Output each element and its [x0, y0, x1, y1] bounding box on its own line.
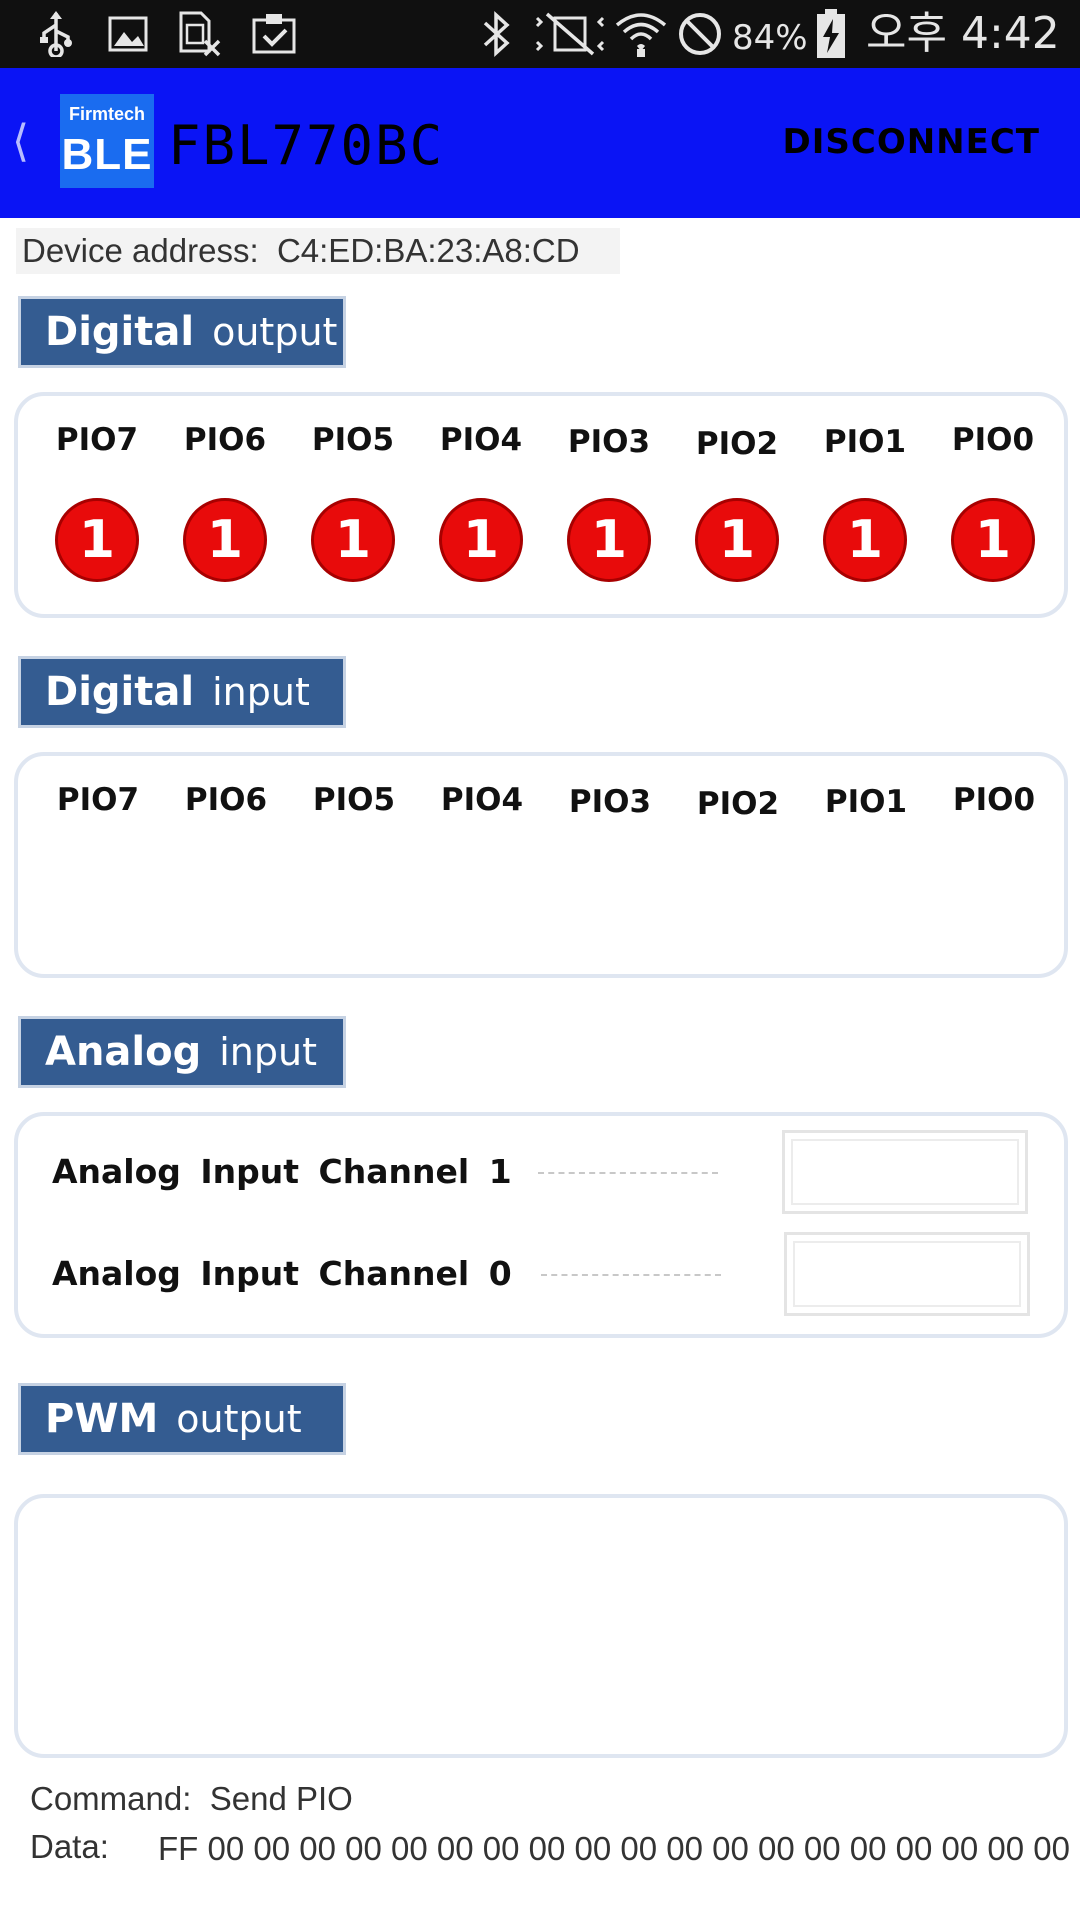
pio5-output-toggle[interactable]: 1: [311, 498, 395, 582]
battery-percent: 84%: [732, 18, 808, 58]
digital-output-pin-label: PIO0: [951, 422, 1035, 458]
device-address-value: C4:ED:BA:23:A8:CD: [276, 232, 580, 269]
pio4-output-toggle[interactable]: 1: [439, 498, 523, 582]
pwm-output-panel: [14, 1494, 1068, 1758]
digital-output-pin-label: PIO7: [55, 422, 139, 458]
analog-input-header-light: input: [219, 1030, 317, 1074]
analog-input-header: Analog input: [18, 1016, 346, 1088]
blocked-icon: [676, 10, 724, 58]
pio2-output-toggle[interactable]: 1: [695, 498, 779, 582]
command-line: Command: Send PIO: [30, 1780, 353, 1818]
digital-input-header-light: input: [212, 670, 310, 714]
status-bar: 84% 오후 4:42: [0, 0, 1080, 68]
digital-input-header-strong: Digital: [45, 669, 195, 715]
analog-input-header-strong: Analog: [45, 1029, 202, 1075]
vibrate-mute-icon: [532, 10, 608, 58]
digital-output-pin-label: PIO4: [439, 422, 523, 458]
device-address: Device address: C4:ED:BA:23:A8:CD: [16, 228, 620, 274]
digital-output-panel: PIO7 PIO6 PIO5 PIO4 PIO3 PIO2 PIO1 PIO0 …: [14, 392, 1068, 618]
page-title: FBL770BC: [168, 114, 445, 177]
pio6-output-toggle[interactable]: 1: [183, 498, 267, 582]
pio1-output-toggle[interactable]: 1: [823, 498, 907, 582]
app-logo[interactable]: Firmtech BLE: [60, 94, 154, 188]
command-value: Send PIO: [209, 1780, 353, 1817]
back-chevron-icon[interactable]: ⟨: [12, 116, 29, 167]
data-value: FF 00 00 00 00 00 00 00 00 00 00 00 00 0…: [158, 1830, 1070, 1867]
digital-input-pin-label: PIO5: [312, 782, 396, 818]
pwm-output-header-light: output: [176, 1397, 302, 1441]
analog-channel-0-divider: [541, 1274, 721, 1276]
analog-channel-0-value: [784, 1232, 1030, 1316]
digital-input-pin-label: PIO0: [952, 782, 1036, 818]
logo-main-text: BLE: [61, 130, 153, 179]
logo-top-text: Firmtech: [68, 104, 146, 124]
sim-icon: [176, 10, 224, 58]
digital-output-pin-label: PIO2: [695, 426, 779, 462]
digital-output-pin-label: PIO5: [311, 422, 395, 458]
bluetooth-icon: [476, 10, 518, 58]
analog-channel-0-label: Analog Input Channel 0: [52, 1254, 512, 1293]
data-line: Data: FF 00 00 00 00 00 00 00 00 00 00 0…: [30, 1828, 1070, 1918]
analog-channel-1-divider: [538, 1172, 718, 1174]
app-bar: ⟨ Firmtech BLE FBL770BC DISCONNECT: [0, 68, 1080, 218]
analog-channel-1-label: Analog Input Channel 1: [52, 1152, 512, 1191]
digital-input-pin-label: PIO3: [568, 784, 652, 820]
digital-input-pin-label: PIO2: [696, 786, 780, 822]
digital-output-pin-label: PIO6: [183, 422, 267, 458]
analog-channel-1-value: [782, 1130, 1028, 1214]
digital-output-header: Digital output: [18, 296, 346, 368]
digital-output-pin-label: PIO1: [823, 424, 907, 460]
battery-charging-icon: [812, 9, 850, 58]
digital-input-pin-label: PIO4: [440, 782, 524, 818]
data-label: Data:: [30, 1828, 109, 1865]
usb-icon: [34, 10, 78, 58]
digital-output-header-light: output: [212, 310, 338, 354]
clipboard-check-icon: [250, 10, 298, 58]
digital-output-pin-label: PIO3: [567, 424, 651, 460]
pio3-output-toggle[interactable]: 1: [567, 498, 651, 582]
digital-input-pin-label: PIO7: [56, 782, 140, 818]
pio7-output-toggle[interactable]: 1: [55, 498, 139, 582]
digital-output-header-strong: Digital: [45, 309, 195, 355]
digital-input-pin-label: PIO6: [184, 782, 268, 818]
digital-input-pin-label: PIO1: [824, 784, 908, 820]
pio0-output-toggle[interactable]: 1: [951, 498, 1035, 582]
pwm-output-header-strong: PWM: [45, 1396, 159, 1442]
clock: 오후 4:42: [866, 8, 1060, 59]
wifi-icon: [614, 10, 668, 58]
pwm-output-header: PWM output: [18, 1383, 346, 1455]
analog-input-panel: Analog Input Channel 1 Analog Input Chan…: [14, 1112, 1068, 1338]
disconnect-button[interactable]: DISCONNECT: [783, 122, 1041, 162]
device-address-label: Device address:: [22, 232, 259, 269]
digital-input-header: Digital input: [18, 656, 346, 728]
image-icon: [106, 10, 150, 58]
digital-input-panel: PIO7 PIO6 PIO5 PIO4 PIO3 PIO2 PIO1 PIO0: [14, 752, 1068, 978]
command-label: Command:: [30, 1780, 192, 1817]
